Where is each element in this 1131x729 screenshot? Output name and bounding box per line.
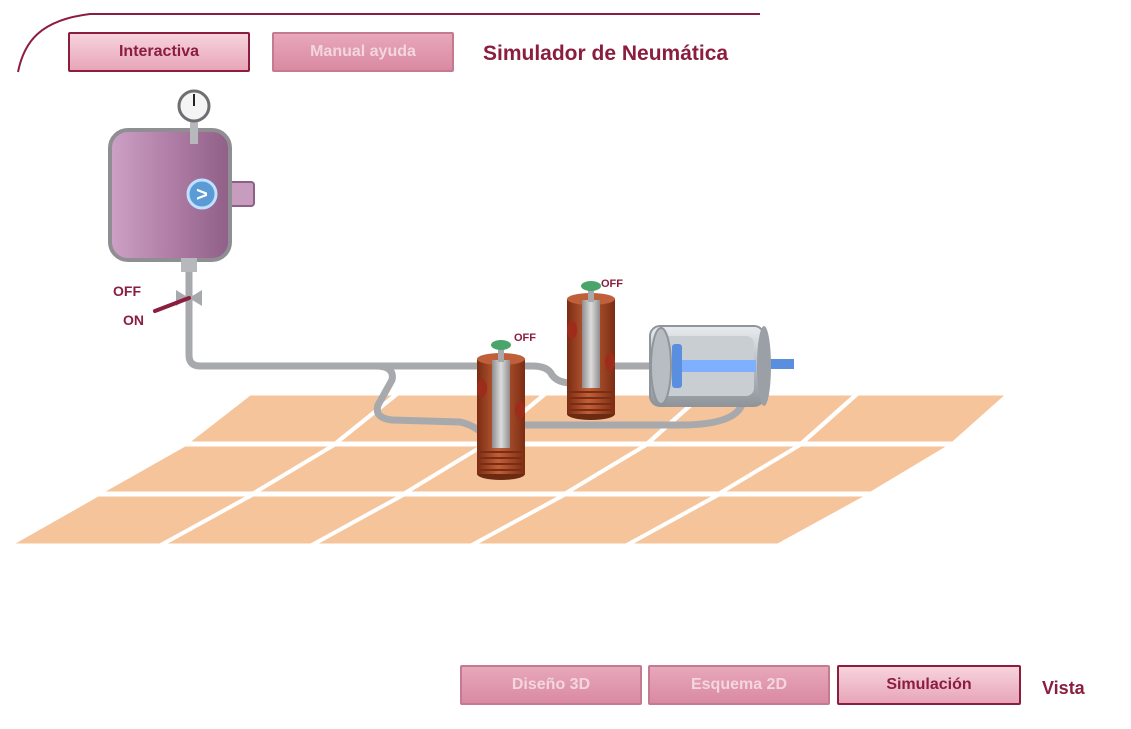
spool-valve-2-status: OFF	[601, 278, 623, 290]
compressor-arrow-glyph: >	[196, 184, 208, 206]
esquema-2d-button[interactable]: Esquema 2D	[648, 665, 830, 705]
valve-on-label: ON	[123, 312, 144, 328]
vista-label: Vista	[1042, 678, 1085, 698]
spool-valve-1[interactable]	[477, 340, 525, 480]
simulacion-button[interactable]: Simulación	[837, 665, 1021, 705]
simulation-scene: > OFF ON OFF OFF	[4, 89, 1012, 547]
spool-valve-2[interactable]	[567, 281, 615, 420]
spool-valve-1-status: OFF	[514, 332, 536, 344]
valve-off-label: OFF	[113, 283, 141, 299]
shutoff-valve[interactable]	[153, 290, 202, 313]
diseno-3d-button[interactable]: Diseño 3D	[460, 665, 642, 705]
compressor-tank[interactable]	[108, 128, 255, 272]
